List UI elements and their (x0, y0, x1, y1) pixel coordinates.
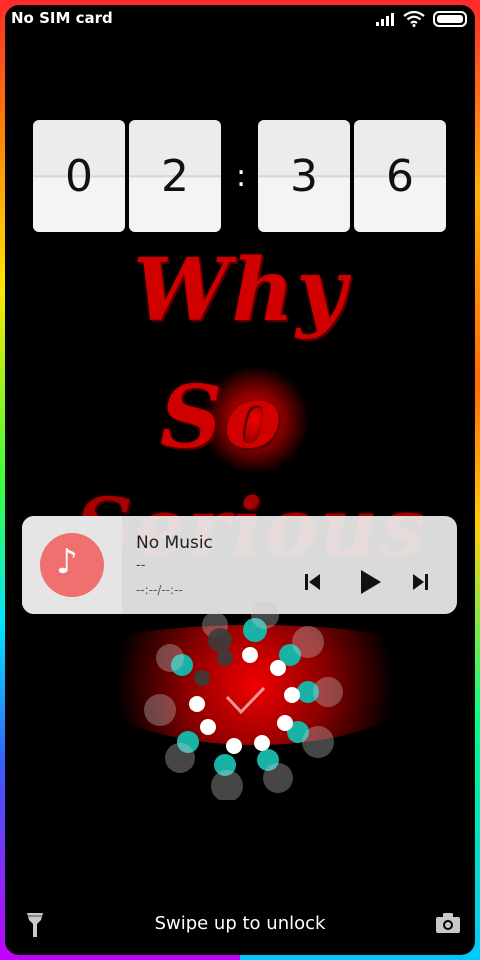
music-title: No Music (136, 533, 213, 553)
play-icon[interactable] (358, 569, 382, 595)
wallpaper-text-why: Why (133, 240, 349, 341)
flip-clock: 0 2 : 3 6 (33, 120, 447, 232)
clock-minute-tens: 3 (258, 120, 350, 232)
status-icons (375, 11, 467, 27)
previous-track-icon[interactable] (303, 572, 323, 592)
swipe-to-unlock-label: Swipe up to unlock (154, 913, 326, 934)
music-note-icon: ♪ (56, 542, 78, 582)
unlock-dots-dark (194, 628, 233, 686)
music-time: --:--/--:-- (136, 583, 183, 597)
status-bar: No SIM card (5, 5, 475, 35)
wifi-icon (403, 11, 425, 27)
unlock-dots-ring[interactable] (130, 600, 360, 800)
clock-separator: : (236, 158, 247, 194)
clock-hour-tens: 0 (33, 120, 125, 232)
carrier-label: No SIM card (11, 9, 113, 27)
camera-icon[interactable] (435, 912, 461, 934)
next-track-icon[interactable] (410, 572, 430, 592)
clock-minute-ones: 6 (354, 120, 446, 232)
clock-hour-ones: 2 (129, 120, 221, 232)
lock-screen: No SIM card 0 2 : 3 6 Why So Serious (5, 5, 475, 955)
battery-icon (433, 11, 467, 27)
signal-icon (376, 13, 394, 26)
music-art: ♪ (22, 516, 122, 614)
checkmark-icon (225, 686, 266, 715)
unlock-dots-white (189, 647, 300, 754)
music-artist: -- (136, 558, 146, 573)
wallpaper-text-so: So (160, 367, 284, 468)
